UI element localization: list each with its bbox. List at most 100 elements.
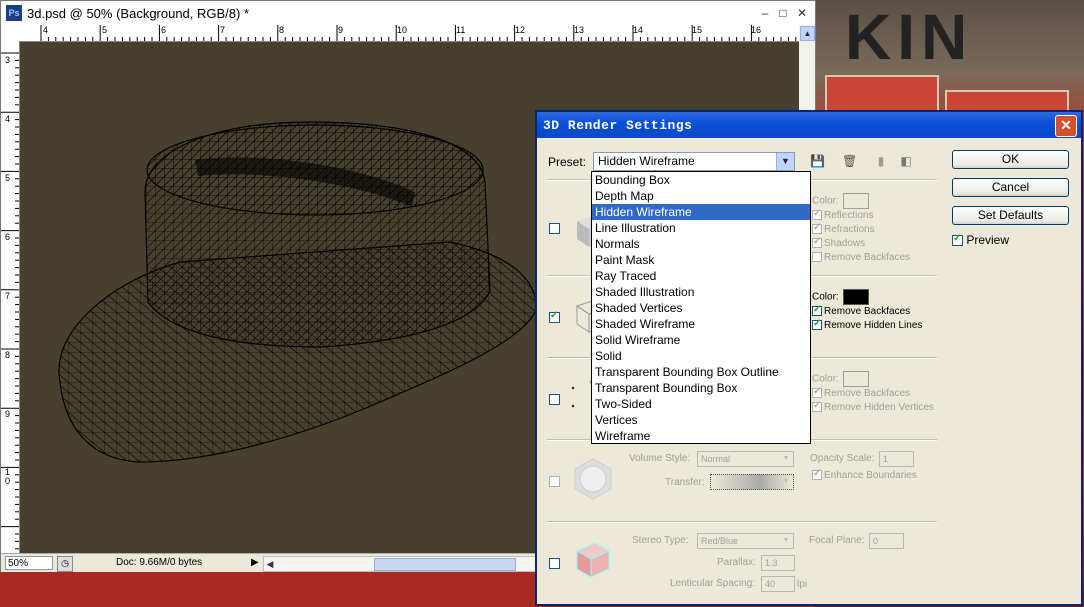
- chevron-down-icon[interactable]: ▼: [776, 153, 794, 170]
- scroll-left-icon[interactable]: ◀: [264, 557, 276, 571]
- stereo-checkbox[interactable]: [549, 558, 560, 569]
- status-arrow-icon[interactable]: ▶: [251, 557, 259, 568]
- document-titlebar[interactable]: Ps 3d.psd @ 50% (Background, RGB/8) * – …: [1, 1, 815, 25]
- preset-value: Hidden Wireframe: [598, 154, 695, 168]
- lenticular-unit: lpi: [797, 579, 808, 590]
- shadows-checkbox[interactable]: [812, 236, 822, 249]
- cancel-button[interactable]: Cancel: [952, 178, 1069, 197]
- preset-option[interactable]: Shaded Wireframe: [592, 316, 810, 332]
- edges-color-swatch[interactable]: [842, 289, 869, 305]
- opacity-scale-field[interactable]: 1: [879, 451, 914, 467]
- preset-option[interactable]: Line Illustration: [592, 220, 810, 236]
- zoom-field[interactable]: 50%: [5, 556, 53, 570]
- remove-hidden-vertices-option[interactable]: Remove Hidden Vertices: [812, 400, 934, 413]
- enhance-boundaries-checkbox[interactable]: [812, 468, 822, 481]
- edges-checkbox[interactable]: [549, 310, 560, 323]
- parallax-label: Parallax:: [717, 557, 756, 568]
- edges-color-label: Color:: [812, 291, 839, 303]
- preset-option[interactable]: Shaded Illustration: [592, 284, 810, 300]
- minimize-icon[interactable]: –: [757, 5, 773, 21]
- ruler-label: 9: [5, 409, 11, 419]
- preset-option[interactable]: Two-Sided: [592, 396, 810, 412]
- preset-option[interactable]: Shaded Vertices: [592, 300, 810, 316]
- face-checkbox[interactable]: [549, 223, 560, 234]
- preset-option-selected[interactable]: Hidden Wireframe: [592, 204, 810, 220]
- volume-style-select[interactable]: Normal ▼: [697, 451, 794, 467]
- volume-style-value: Normal: [701, 454, 731, 464]
- preset-option[interactable]: Solid Wireframe: [592, 332, 810, 348]
- ruler-label: 6: [5, 232, 11, 242]
- face-color-swatch[interactable]: [842, 193, 869, 209]
- preset-option[interactable]: Depth Map: [592, 188, 810, 204]
- cube-icon[interactable]: ◧: [899, 154, 913, 168]
- dialog-titlebar[interactable]: 3D Render Settings ✕: [537, 112, 1081, 138]
- document-title: 3d.psd @ 50% (Background, RGB/8) *: [27, 6, 250, 21]
- preset-select[interactable]: Hidden Wireframe ▼: [593, 152, 795, 171]
- set-defaults-button[interactable]: Set Defaults: [952, 206, 1069, 225]
- ruler-label: 13: [574, 25, 585, 35]
- volume-checkbox[interactable]: [549, 476, 560, 487]
- refractions-option[interactable]: Refractions: [812, 222, 875, 235]
- lenticular-spacing-field[interactable]: 40: [761, 576, 795, 592]
- edges-color-row[interactable]: Color:: [812, 289, 869, 305]
- ruler-label: 16: [751, 25, 762, 35]
- save-preset-icon[interactable]: 💾: [810, 154, 825, 168]
- face-color-row[interactable]: Color:: [812, 193, 869, 209]
- preset-option[interactable]: Transparent Bounding Box: [592, 380, 810, 396]
- stereo-type-select[interactable]: Red/Blue ▼: [697, 533, 794, 549]
- face-remove-backfaces-checkbox[interactable]: [812, 252, 822, 263]
- edges-remove-backfaces-checkbox[interactable]: [812, 304, 822, 317]
- vertices-remove-backfaces-checkbox[interactable]: [812, 386, 822, 399]
- horizontal-scrollbar[interactable]: ◀: [263, 556, 540, 572]
- close-icon[interactable]: ✕: [1055, 115, 1077, 137]
- close-icon[interactable]: ✕: [794, 5, 810, 21]
- transfer-gradient[interactable]: ▼: [710, 474, 794, 490]
- ruler-label: 5: [5, 173, 11, 183]
- vertices-remove-backfaces-option[interactable]: Remove Backfaces: [812, 386, 910, 399]
- remove-hidden-lines-checkbox[interactable]: [812, 318, 822, 331]
- document-info: Doc: 9.66M/0 bytes: [116, 557, 203, 568]
- remove-hidden-lines-option[interactable]: Remove Hidden Lines: [812, 318, 922, 331]
- preset-option[interactable]: Normals: [592, 236, 810, 252]
- preset-option[interactable]: Wireframe: [592, 428, 810, 444]
- reflections-checkbox[interactable]: [812, 208, 822, 221]
- scroll-up-icon[interactable]: ▲: [800, 26, 815, 41]
- vertices-checkbox[interactable]: [549, 394, 560, 405]
- scroll-thumb[interactable]: [374, 558, 516, 571]
- preset-option[interactable]: Bounding Box: [592, 172, 810, 188]
- preset-option[interactable]: Paint Mask: [592, 252, 810, 268]
- ruler-label: 8: [5, 350, 11, 360]
- edges-remove-backfaces-option[interactable]: Remove Backfaces: [812, 304, 910, 317]
- volume-sphere-icon: [574, 458, 612, 500]
- face-remove-backfaces-option[interactable]: Remove Backfaces: [812, 252, 910, 263]
- section-divider: [547, 521, 937, 523]
- ruler-horizontal: 4 5 6 7 8 9 10 11 12 13 14 15 16: [19, 25, 799, 42]
- preview-row[interactable]: Preview: [952, 233, 1009, 247]
- ruler-label: 1 0: [5, 467, 11, 486]
- reflections-option[interactable]: Reflections: [812, 208, 873, 221]
- vertices-color-row[interactable]: Color:: [812, 371, 869, 387]
- face-style-icon[interactable]: ▮: [874, 154, 888, 168]
- stereo-cube-icon: [575, 542, 611, 578]
- chevron-down-icon: ▼: [782, 478, 790, 485]
- maximize-icon[interactable]: □: [775, 5, 791, 21]
- preview-checkbox[interactable]: [952, 233, 963, 247]
- preset-option[interactable]: Vertices: [592, 412, 810, 428]
- stereo-type-label: Stereo Type:: [632, 535, 689, 546]
- preset-option[interactable]: Transparent Bounding Box Outline: [592, 364, 810, 380]
- status-menu-icon[interactable]: ◷: [57, 556, 73, 572]
- preset-option[interactable]: Ray Traced: [592, 268, 810, 284]
- background-strip: [0, 572, 540, 607]
- delete-preset-icon[interactable]: 🗑: [842, 154, 857, 168]
- ok-button[interactable]: OK: [952, 150, 1069, 169]
- enhance-boundaries-option[interactable]: Enhance Boundaries: [812, 468, 917, 481]
- preset-option[interactable]: Solid: [592, 348, 810, 364]
- vertices-color-swatch[interactable]: [842, 371, 869, 387]
- shadows-option[interactable]: Shadows: [812, 236, 865, 249]
- parallax-field[interactable]: 1.3: [761, 555, 795, 571]
- refractions-checkbox[interactable]: [812, 222, 822, 235]
- ruler-label: 7: [220, 25, 226, 35]
- focal-plane-field[interactable]: 0: [869, 533, 904, 549]
- remove-hidden-vertices-checkbox[interactable]: [812, 400, 822, 413]
- background-letters: KIN: [845, 1, 974, 73]
